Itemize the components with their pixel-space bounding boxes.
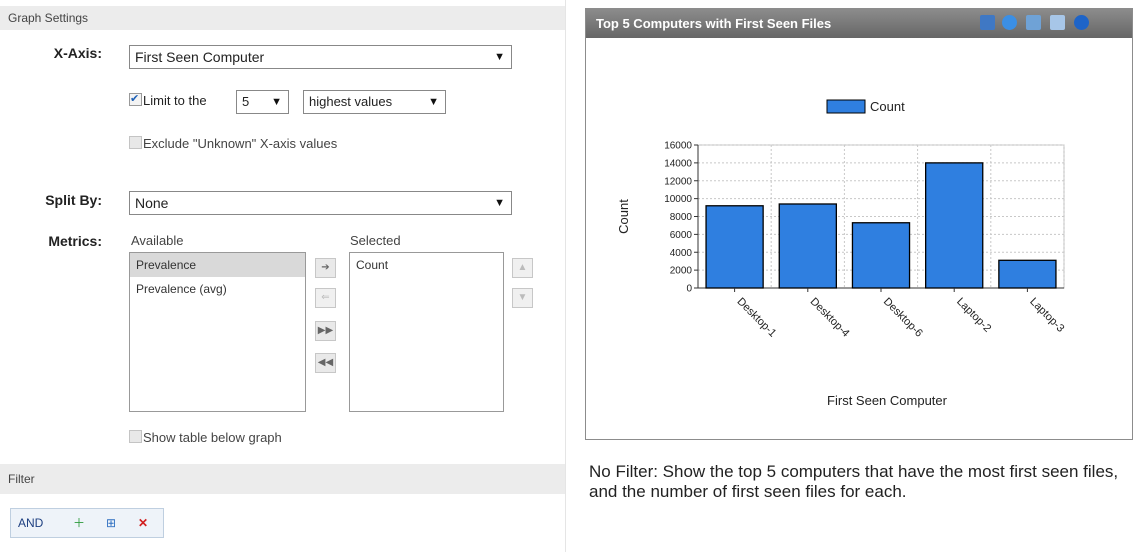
chart-panel: Top 5 Computers with First Seen Files 0 2… xyxy=(585,8,1133,440)
x-tick-label: Laptop-3 xyxy=(1027,296,1066,335)
y-tick-label: 16000 xyxy=(664,141,692,152)
chevron-down-icon: ▼ xyxy=(494,51,505,63)
bar xyxy=(925,162,984,289)
limit-checkbox[interactable] xyxy=(129,91,142,107)
panel-divider xyxy=(565,0,566,552)
delete-icon[interactable]: ✕ xyxy=(135,516,151,530)
legend-label: Count xyxy=(870,99,905,114)
chart-titlebar: Top 5 Computers with First Seen Files xyxy=(586,9,1132,38)
split-by-label: Split By: xyxy=(45,192,102,208)
filter-group[interactable]: AND ＋ ⊞ ✕ xyxy=(10,508,164,538)
metrics-label: Metrics: xyxy=(48,233,102,249)
and-operator[interactable]: AND xyxy=(18,509,43,537)
export-icon[interactable] xyxy=(1026,15,1041,30)
limit-count-select[interactable]: 5 ▼ xyxy=(236,90,289,114)
x-tick-label: Desktop-1 xyxy=(734,296,778,340)
y-tick-label: 12000 xyxy=(664,176,692,187)
info-icon[interactable] xyxy=(1074,15,1089,30)
limit-label: Limit to the xyxy=(143,93,207,108)
report-icon[interactable] xyxy=(1050,15,1065,30)
xaxis-select[interactable]: First Seen Computer ▼ xyxy=(129,45,512,69)
chevron-down-icon: ▼ xyxy=(428,96,439,108)
bar xyxy=(998,259,1057,289)
chevron-down-icon: ▼ xyxy=(271,96,282,108)
bar xyxy=(778,203,837,289)
selected-metric-item[interactable]: Count xyxy=(350,253,503,277)
refresh-icon[interactable] xyxy=(1002,15,1017,30)
limit-count-value: 5 xyxy=(242,94,250,109)
legend-swatch xyxy=(826,99,866,114)
available-metric-item[interactable]: Prevalence xyxy=(130,253,305,277)
x-tick-label: Desktop-4 xyxy=(808,296,852,340)
move-down-button[interactable]: ▼ xyxy=(512,288,533,308)
bar-chart: 0 2000 4000 6000 8000 10000 12000 14000 16000 Des… xyxy=(616,99,1066,408)
x-axis-title: First Seen Computer xyxy=(827,393,948,408)
split-by-select[interactable]: None ▼ xyxy=(129,191,512,215)
show-table-checkbox[interactable] xyxy=(129,430,142,443)
filter-header: Filter xyxy=(0,464,566,494)
bar xyxy=(705,205,764,289)
limit-mode-value: highest values xyxy=(309,94,393,109)
selected-metrics-list[interactable]: Count xyxy=(349,252,504,412)
y-tick-label: 10000 xyxy=(664,194,692,205)
x-tick-label: Laptop-2 xyxy=(954,296,993,335)
chevron-down-icon: ▼ xyxy=(494,197,505,209)
split-by-value: None xyxy=(135,195,169,211)
exclude-unknown-checkbox[interactable] xyxy=(129,136,142,149)
add-all-metrics-button[interactable]: ▶▶ xyxy=(315,321,336,341)
selected-header: Selected xyxy=(350,233,401,248)
y-tick-label: 2000 xyxy=(670,266,693,277)
add-group-icon[interactable]: ⊞ xyxy=(103,516,119,530)
caption-text: No Filter: Show the top 5 computers that… xyxy=(589,462,1119,501)
add-metric-button[interactable]: ➔ xyxy=(315,258,336,278)
y-axis-title: Count xyxy=(616,199,631,234)
available-metric-item[interactable]: Prevalence (avg) xyxy=(130,277,305,301)
xaxis-select-value: First Seen Computer xyxy=(135,49,265,65)
add-condition-icon[interactable]: ＋ xyxy=(71,516,87,530)
move-up-button[interactable]: ▲ xyxy=(512,258,533,278)
graph-settings-panel: Graph Settings X-Axis: First Seen Comput… xyxy=(0,0,566,552)
table-icon[interactable] xyxy=(980,15,995,30)
y-tick-label: 4000 xyxy=(670,248,693,259)
available-metrics-list[interactable]: Prevalence Prevalence (avg) xyxy=(129,252,306,412)
graph-settings-header: Graph Settings xyxy=(0,6,566,30)
exclude-unknown-label: Exclude "Unknown" X-axis values xyxy=(143,136,338,151)
chart-title: Top 5 Computers with First Seen Files xyxy=(596,16,832,31)
limit-checkbox-row[interactable]: Limit to the xyxy=(129,91,207,109)
show-table-row[interactable]: Show table below graph xyxy=(129,430,282,446)
y-tick-label: 0 xyxy=(686,284,692,295)
exclude-unknown-row[interactable]: Exclude "Unknown" X-axis values xyxy=(129,136,337,152)
available-header: Available xyxy=(131,233,184,248)
y-tick-label: 14000 xyxy=(664,158,692,169)
remove-metric-button[interactable]: ⇐ xyxy=(315,288,336,308)
bar xyxy=(851,222,911,289)
limit-mode-select[interactable]: highest values ▼ xyxy=(303,90,446,114)
y-tick-label: 6000 xyxy=(670,230,693,241)
show-table-label: Show table below graph xyxy=(143,430,282,445)
remove-all-metrics-button[interactable]: ◀◀ xyxy=(315,353,336,373)
x-tick-label: Desktop-6 xyxy=(881,296,925,340)
xaxis-label: X-Axis: xyxy=(53,45,102,61)
y-tick-label: 8000 xyxy=(670,212,693,223)
